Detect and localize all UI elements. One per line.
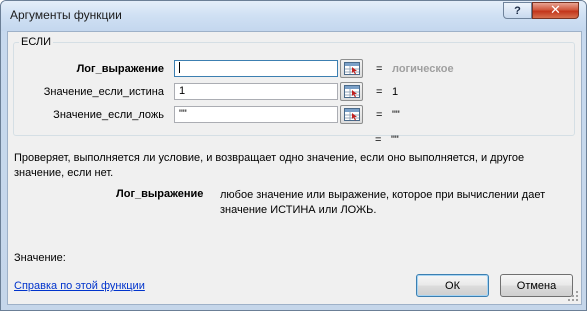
- help-button[interactable]: ?: [503, 2, 532, 19]
- formula-result: "": [391, 134, 399, 146]
- resize-grip-icon[interactable]: [568, 291, 579, 302]
- range-select-icon: [344, 108, 360, 121]
- value-if-false-input[interactable]: "": [174, 106, 338, 123]
- collapse-dialog-button-value-if-true[interactable]: [340, 82, 363, 101]
- function-help-link[interactable]: Справка по этой функции: [14, 280, 145, 292]
- function-name: ЕСЛИ: [19, 36, 54, 48]
- equals-sign: =: [375, 134, 382, 146]
- question-icon: ?: [514, 4, 521, 17]
- dialog-body: ЕСЛИ Лог_выражение = логическое Значение…: [7, 31, 582, 305]
- arg-result-value-if-true: 1: [392, 86, 399, 98]
- collapse-dialog-button-logical-test[interactable]: [340, 59, 363, 78]
- ok-button[interactable]: ОК: [416, 274, 489, 297]
- function-description: Проверяет, выполняется ли условие, и воз…: [14, 152, 525, 179]
- close-icon: ✕: [550, 3, 561, 18]
- argument-description-text: любое значение или выражение, которое пр…: [220, 189, 546, 216]
- value-label: Значение:: [14, 252, 66, 264]
- cancel-button[interactable]: Отмена: [500, 274, 573, 297]
- equals-sign: =: [376, 109, 383, 121]
- dialog-title: Аргументы функции: [10, 8, 122, 22]
- text-caret: [179, 62, 180, 73]
- function-arguments-dialog: Аргументы функции ? ✕ ЕСЛИ Лог_выражение: [0, 0, 587, 311]
- close-button[interactable]: ✕: [532, 2, 579, 19]
- arg-result-logical-test: логическое: [392, 63, 454, 75]
- collapse-dialog-button-value-if-false[interactable]: [340, 105, 363, 124]
- title-bar[interactable]: Аргументы функции ? ✕: [1, 1, 586, 31]
- range-select-icon: [344, 85, 360, 98]
- equals-sign: =: [376, 63, 383, 75]
- arg-label-value-if-true: Значение_если_истина: [43, 86, 164, 98]
- arg-result-value-if-false: "": [392, 109, 400, 121]
- argument-description-label: Лог_выражение: [116, 188, 204, 200]
- arg-label-logical-test: Лог_выражение: [76, 63, 164, 75]
- arguments-group: ЕСЛИ Лог_выражение = логическое Значение…: [13, 36, 575, 136]
- arg-label-value-if-false: Значение_если_ложь: [53, 109, 164, 121]
- equals-sign: =: [376, 86, 383, 98]
- logical-test-input[interactable]: [174, 60, 338, 77]
- range-select-icon: [344, 62, 360, 75]
- value-if-true-input[interactable]: 1: [174, 83, 338, 100]
